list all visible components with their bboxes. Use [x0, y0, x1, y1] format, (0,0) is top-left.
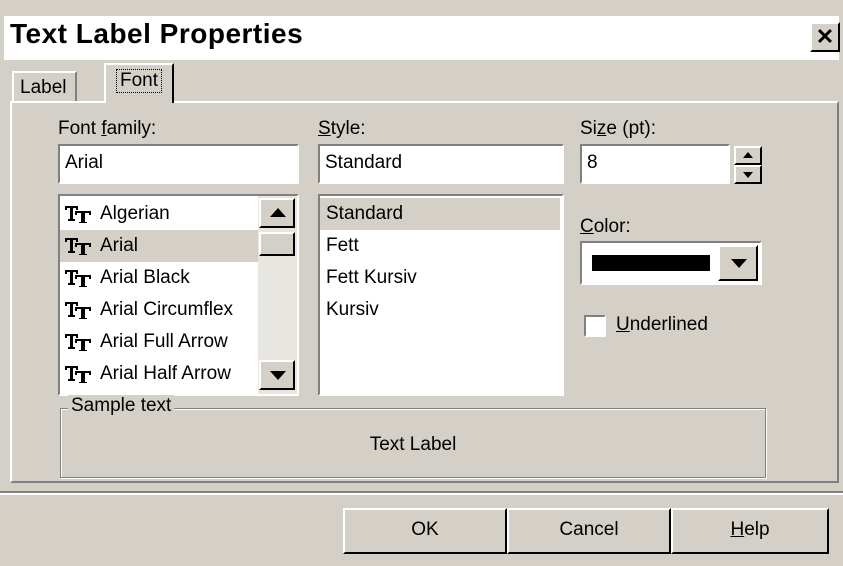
style-option[interactable]: Standard [320, 198, 560, 230]
tab-font-text: Font [116, 69, 163, 93]
title-bar: Text Label Properties ✕ [4, 16, 840, 60]
size-label: Size (pt): [580, 118, 657, 139]
style-label: Style: [318, 118, 366, 139]
scroll-thumb[interactable] [259, 232, 295, 256]
truetype-font-icon [65, 366, 91, 383]
arrow-down-icon [270, 371, 286, 380]
close-button[interactable]: ✕ [810, 22, 840, 52]
style-option[interactable]: Kursiv [320, 294, 560, 326]
spin-up-icon [743, 152, 753, 158]
tab-label-text: Label [20, 77, 67, 98]
font-family-option[interactable]: Arial Half Arrow [60, 358, 258, 390]
font-family-option-label: Arial [100, 235, 139, 256]
font-family-option-label: Arial Half Arrow [100, 363, 231, 384]
size-decrement-button[interactable] [734, 165, 762, 184]
underlined-label[interactable]: Underlined [616, 314, 708, 336]
font-family-option-label: Arial Full Arrow [100, 331, 228, 352]
sample-text-preview: Text Label [369, 434, 457, 455]
font-family-option[interactable]: Arial Circumflex [60, 294, 258, 326]
sample-text-label: Sample text [68, 395, 175, 417]
dialog-window: Text Label Properties ✕ Label Font Font … [0, 0, 843, 566]
window-title: Text Label Properties [10, 18, 304, 49]
font-family-label: Font family: [58, 118, 157, 139]
font-family-input[interactable]: Arial [58, 144, 299, 184]
font-family-option-label: Arial Circumflex [100, 299, 234, 320]
tab-font[interactable]: Font [104, 63, 175, 103]
chevron-down-icon [731, 259, 747, 268]
truetype-font-icon [65, 302, 91, 319]
truetype-font-icon [65, 334, 91, 351]
color-label: Color: [580, 216, 631, 237]
truetype-font-icon [65, 238, 91, 255]
style-option[interactable]: Fett Kursiv [320, 262, 560, 294]
cancel-button[interactable]: Cancel [507, 508, 671, 554]
font-family-list[interactable]: Algerian Arial Arial Black Arial Circumflex… [58, 194, 299, 396]
tab-label[interactable]: Label [12, 71, 77, 101]
style-option[interactable]: Fett [320, 230, 560, 262]
font-family-option[interactable]: Algerian [60, 198, 258, 230]
help-button[interactable]: Help [671, 508, 829, 554]
font-list-scrollbar[interactable] [258, 196, 297, 394]
ok-button[interactable]: OK [343, 508, 507, 554]
underlined-checkbox[interactable] [584, 315, 606, 337]
scroll-down-button[interactable] [259, 360, 295, 390]
truetype-font-icon [65, 270, 91, 287]
spin-down-icon [743, 172, 753, 178]
style-input[interactable]: Standard [318, 144, 564, 184]
arrow-up-icon [270, 208, 286, 217]
style-list[interactable]: Standard Fett Fett Kursiv Kursiv [318, 194, 564, 396]
color-dropdown-button[interactable] [718, 245, 758, 281]
font-family-option[interactable]: Arial [60, 230, 258, 262]
color-dropdown[interactable] [580, 241, 762, 285]
close-icon: ✕ [815, 24, 835, 49]
font-family-option[interactable]: Arial Full Arrow [60, 326, 258, 358]
truetype-font-icon [65, 206, 91, 223]
size-input[interactable]: 8 [580, 144, 730, 184]
font-family-option-label: Algerian [100, 203, 170, 224]
font-family-option[interactable]: Arial Black [60, 262, 258, 294]
footer-divider-highlight [0, 493, 843, 495]
font-family-option-label: Arial Black [100, 267, 190, 288]
size-increment-button[interactable] [734, 146, 762, 165]
color-swatch [592, 255, 710, 271]
scroll-up-button[interactable] [259, 198, 295, 228]
